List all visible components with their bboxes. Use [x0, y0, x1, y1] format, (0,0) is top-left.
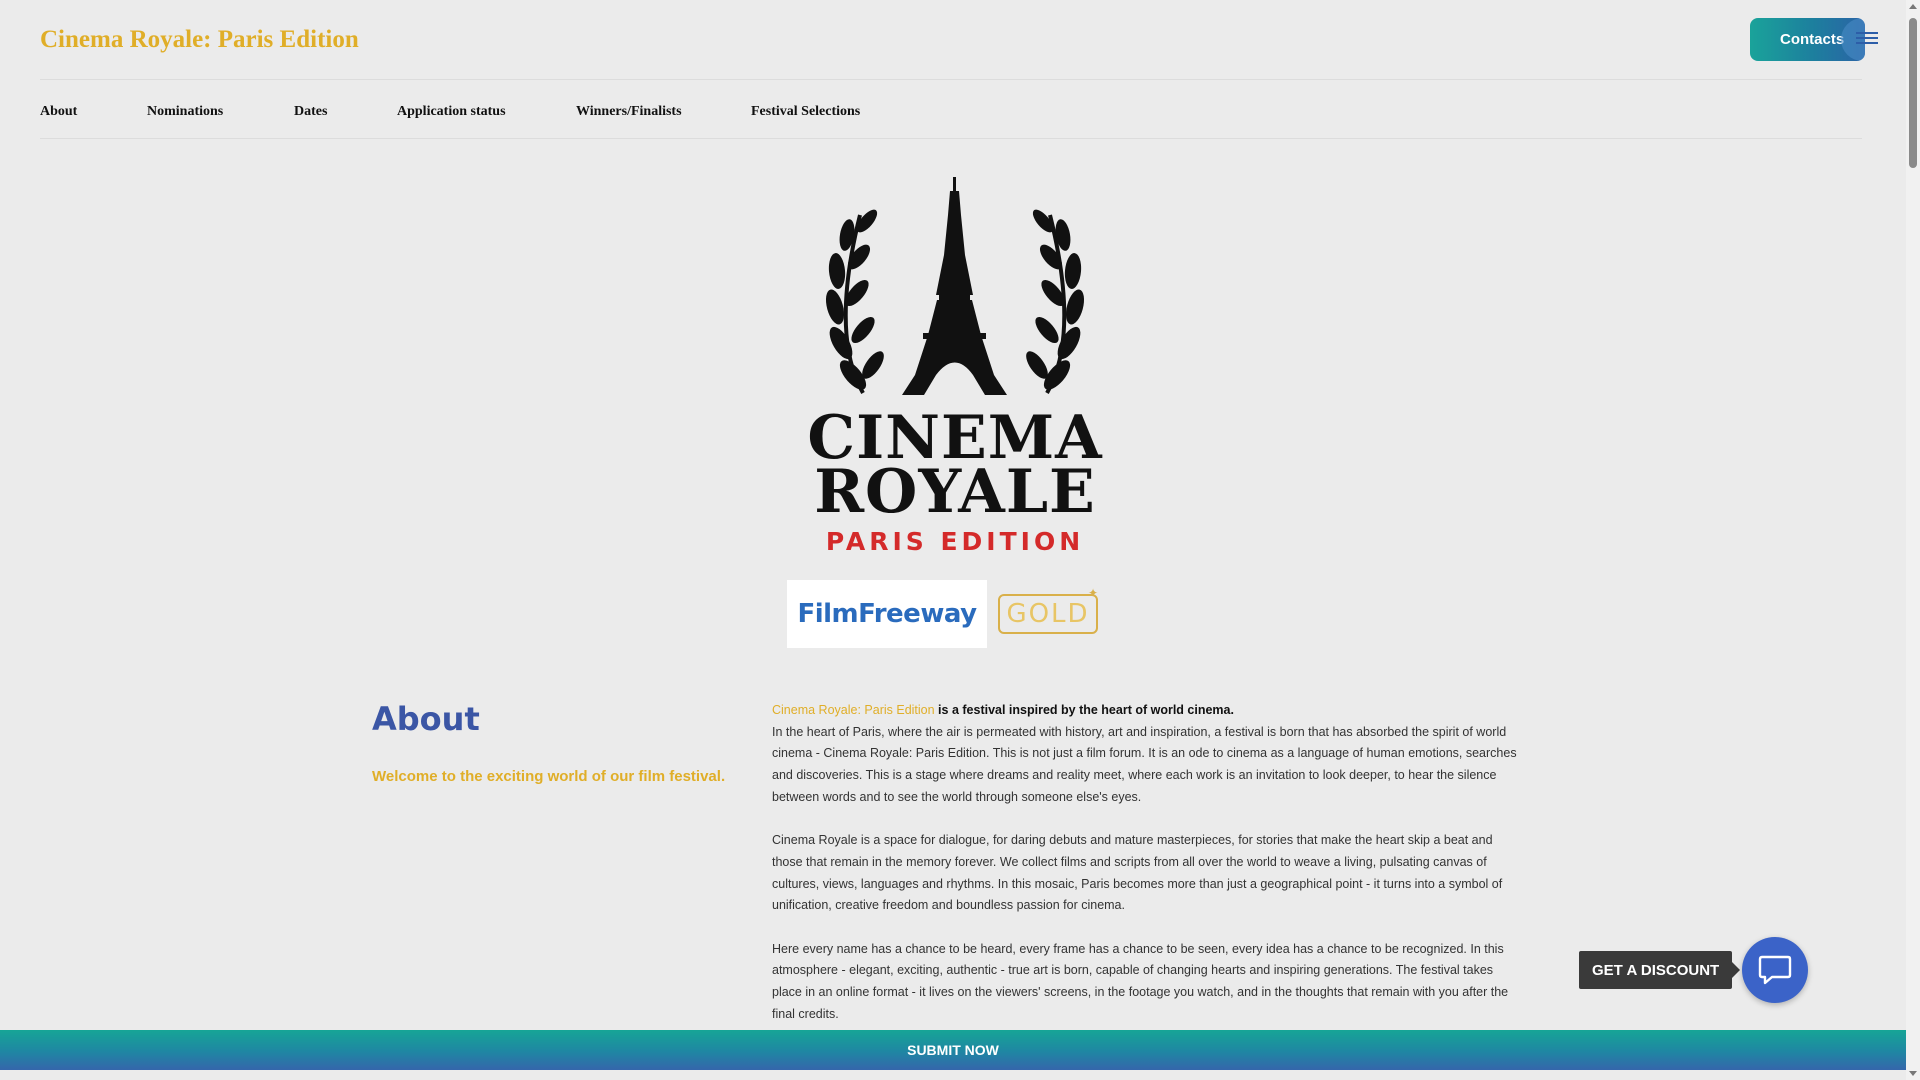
about-lead-highlight[interactable]: Cinema Royale: Paris Edition [772, 703, 935, 717]
nav-item-nominations[interactable]: Nominations [147, 104, 223, 120]
scrollbar-thumb[interactable] [1909, 18, 1917, 168]
menu-icon-line [1856, 32, 1878, 34]
menu-icon-line [1856, 37, 1878, 39]
gold-badge[interactable]: GOLD [998, 594, 1098, 634]
page: Cinema Royale: Paris Edition Contacts Ab… [0, 0, 1920, 1080]
gold-badge-label: GOLD [1006, 599, 1090, 629]
nav-item-about[interactable]: About [40, 104, 77, 120]
scroll-up-arrow-icon[interactable] [1909, 4, 1917, 9]
scroll-down-arrow-icon[interactable] [1909, 1071, 1917, 1076]
about-heading: About [372, 700, 480, 738]
eiffel-tower-laurel-icon [825, 177, 1085, 395]
get-discount-button[interactable]: GET A DISCOUNT [1579, 951, 1741, 989]
chat-button[interactable] [1742, 937, 1808, 1003]
nav-item-winners-finalists[interactable]: Winners/Finalists [576, 104, 682, 120]
about-lead-rest: is a festival inspired by the heart of w… [934, 703, 1234, 717]
logo-text-royale: ROYALE [814, 457, 1096, 527]
nav-item-dates[interactable]: Dates [294, 104, 327, 120]
nav-divider [40, 138, 1862, 139]
hamburger-menu-icon[interactable] [1856, 32, 1878, 46]
filmfreeway-badge[interactable]: FilmFreeway [787, 580, 987, 648]
nav-item-festival-selections[interactable]: Festival Selections [751, 104, 860, 120]
sparkle-icon: ✦ [1088, 586, 1099, 600]
about-paragraph: Cinema Royale is a space for dialogue, f… [772, 833, 1503, 913]
festival-logo: CINEMA ROYALE PARIS EDITION [795, 175, 1115, 560]
about-welcome-text: Welcome to the exciting world of our fil… [372, 768, 726, 785]
about-lead: Cinema Royale: Paris Edition is a festiv… [772, 700, 1522, 722]
page-scrollbar[interactable] [1906, 0, 1920, 1080]
header-divider [40, 79, 1862, 80]
menu-icon-line [1856, 42, 1878, 44]
site-title[interactable]: Cinema Royale: Paris Edition [40, 26, 359, 54]
filmfreeway-logo: FilmFreeway [797, 599, 977, 629]
submit-now-button[interactable]: SUBMIT NOW [0, 1030, 1906, 1070]
logo-text-paris-edition: PARIS EDITION [825, 527, 1085, 556]
contacts-button-label: Contacts [1780, 31, 1845, 48]
about-paragraph: Here every name has a chance to be heard… [772, 941, 1509, 1021]
nav-item-application-status[interactable]: Application status [397, 104, 506, 120]
chat-bubble-icon [1758, 955, 1792, 985]
contacts-button[interactable]: Contacts [1750, 18, 1865, 61]
about-body: Cinema Royale: Paris Edition is a festiv… [772, 700, 1522, 1047]
about-paragraph: In the heart of Paris, where the air is … [772, 724, 1517, 804]
